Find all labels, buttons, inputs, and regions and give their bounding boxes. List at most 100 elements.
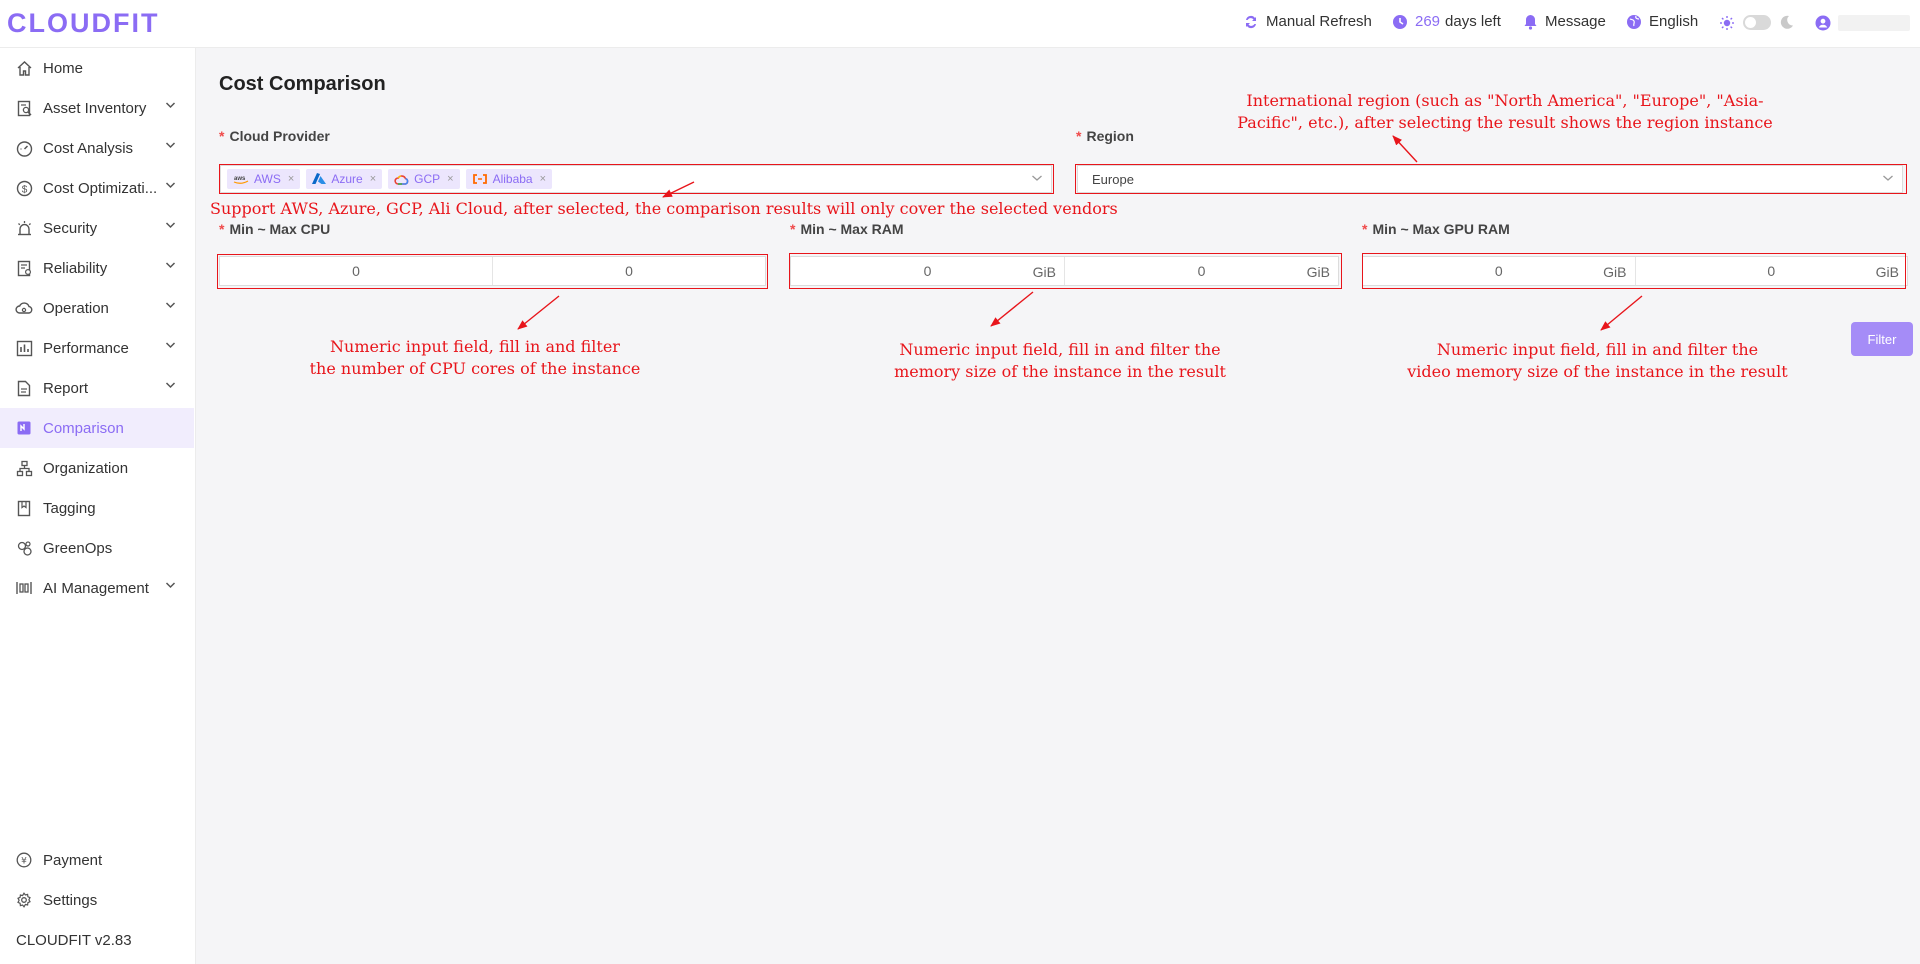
provider-tag-gcp: GCP × — [388, 169, 460, 189]
close-icon[interactable]: × — [540, 173, 546, 185]
message-button[interactable]: Message — [1523, 13, 1606, 30]
main-content: Cost Comparison * Cloud Provider aws AWS … — [196, 48, 1920, 964]
app-logo[interactable]: CLOUDFIT — [7, 8, 159, 39]
gpu-ram-max-input[interactable]: 0 GiB — [1634, 257, 1908, 285]
cpu-annotation-line: the number of CPU cores of the instance — [309, 359, 641, 378]
manual-refresh-button[interactable]: Manual Refresh — [1243, 13, 1372, 30]
globe-icon — [1627, 14, 1641, 29]
days-left-suffix: days left — [1445, 13, 1501, 30]
sidebar-item-label: Operation — [43, 299, 109, 317]
sidebar-item-label: Cost Analysis — [43, 139, 134, 157]
asset-inventory-icon — [15, 99, 33, 117]
chevron-down-icon — [165, 582, 176, 589]
sidebar-item-label: Settings — [43, 891, 98, 909]
toggle-knob — [1745, 17, 1756, 28]
cpu-max-input[interactable]: 0 — [492, 257, 765, 285]
close-icon[interactable]: × — [447, 173, 453, 185]
cpu-range-input: 0 0 — [219, 256, 766, 286]
sidebar-item-asset-inventory[interactable]: Asset Inventory — [0, 88, 194, 128]
sidebar-item-report[interactable]: Report — [0, 368, 194, 408]
sidebar-item-label: Report — [43, 379, 89, 397]
cpu-range-label-text: Min ~ Max CPU — [229, 221, 331, 237]
sun-icon[interactable] — [1719, 15, 1735, 31]
license-days-left[interactable]: 269 days left — [1392, 13, 1501, 30]
page-title: Cost Comparison — [219, 73, 386, 95]
sidebar-item-home[interactable]: Home — [0, 48, 194, 88]
refresh-icon — [1246, 15, 1256, 28]
sidebar-item-settings[interactable]: Settings — [0, 880, 194, 920]
required-mark: * — [790, 221, 796, 237]
gpu-ram-unit: GiB — [1603, 264, 1627, 280]
provider-tag-label: Azure — [331, 172, 363, 186]
ram-max-value: 0 — [1197, 263, 1206, 279]
cost-analysis-icon — [15, 139, 33, 157]
sidebar-item-cost-optimization[interactable]: $ Cost Optimizati... — [0, 168, 194, 208]
cpu-min-input[interactable]: 0 — [220, 257, 492, 285]
home-icon — [15, 59, 33, 77]
sidebar-item-organization[interactable]: Organization — [0, 448, 194, 488]
ram-max-input[interactable]: 0 GiB — [1064, 257, 1338, 285]
ram-min-value: 0 — [923, 263, 932, 279]
required-mark: * — [1362, 221, 1368, 237]
cpu-annotation-line: Numeric input field, fill in and filter — [330, 337, 620, 356]
sidebar-item-ai-management[interactable]: AI Management — [0, 568, 194, 608]
ram-min-input[interactable]: 0 GiB — [791, 257, 1064, 285]
sidebar-item-label: Cost Optimizati... — [43, 179, 158, 197]
sidebar-item-label: Asset Inventory — [43, 99, 147, 117]
chevron-down-icon — [165, 182, 176, 189]
filter-button[interactable]: Filter — [1851, 322, 1913, 356]
sidebar-item-tagging[interactable]: Tagging — [0, 488, 194, 528]
chevron-down-icon — [1032, 175, 1042, 181]
sidebar-item-greenops[interactable]: GreenOps — [0, 528, 194, 568]
moon-icon[interactable] — [1779, 15, 1794, 30]
manual-refresh-label: Manual Refresh — [1266, 13, 1372, 30]
cloud-provider-label-text: Cloud Provider — [229, 128, 330, 144]
cpu-max-value: 0 — [625, 263, 633, 279]
close-icon[interactable]: × — [288, 173, 294, 185]
language-selector[interactable]: English — [1626, 13, 1698, 30]
provider-tag-alibaba: Alibaba × — [465, 169, 553, 189]
provider-tag-label: Alibaba — [492, 172, 533, 186]
ram-unit: GiB — [1306, 264, 1330, 280]
sidebar-item-operation[interactable]: Operation — [0, 288, 194, 328]
region-selected-value: Europe — [1092, 171, 1134, 187]
ram-range-label-text: Min ~ Max RAM — [800, 221, 904, 237]
gpu-ram-min-input[interactable]: 0 GiB — [1363, 257, 1635, 285]
sidebar-item-comparison[interactable]: Comparison — [0, 408, 194, 448]
svg-text:¥: ¥ — [21, 857, 27, 867]
close-icon[interactable]: × — [370, 173, 376, 185]
sidebar-item-reliability[interactable]: Reliability — [0, 248, 194, 288]
gpu-ram-min-value: 0 — [1494, 263, 1503, 279]
tag-icon — [15, 499, 33, 517]
user-avatar-icon[interactable] — [1815, 15, 1831, 31]
region-annotation: International region (such as "North Ame… — [1185, 90, 1825, 134]
required-mark: * — [219, 128, 225, 144]
sidebar-item-cost-analysis[interactable]: Cost Analysis — [0, 128, 194, 168]
aws-icon: aws — [233, 174, 249, 184]
cpu-range-label: * Min ~ Max CPU — [219, 221, 330, 237]
top-header: CLOUDFIT Manual Refresh 269 days left Me… — [0, 0, 1920, 48]
cloud-provider-select[interactable]: aws AWS × Azure × GCP × Alibaba × — [220, 165, 1052, 193]
sidebar: Home Asset Inventory Cost Analysis $ Cos… — [0, 48, 196, 964]
app-version: CLOUDFIT v2.83 — [16, 932, 132, 949]
bell-icon — [1524, 14, 1537, 30]
required-mark: * — [219, 221, 225, 237]
cloud-provider-label: * Cloud Provider — [219, 128, 330, 144]
cpu-min-value: 0 — [352, 263, 360, 279]
sidebar-item-payment[interactable]: ¥ Payment — [0, 840, 194, 880]
ram-annotation: Numeric input field, fill in and filter … — [850, 339, 1270, 383]
user-name[interactable] — [1838, 15, 1910, 31]
theme-toggle[interactable] — [1743, 15, 1771, 30]
gear-icon — [15, 891, 33, 909]
sidebar-item-performance[interactable]: Performance — [0, 328, 194, 368]
region-select[interactable]: Europe — [1077, 165, 1903, 193]
ram-range-label: * Min ~ Max RAM — [790, 221, 904, 237]
sidebar-item-security[interactable]: Security — [0, 208, 194, 248]
report-icon — [15, 379, 33, 397]
required-mark: * — [1076, 128, 1082, 144]
organization-icon — [15, 459, 33, 477]
chevron-down-icon — [165, 262, 176, 269]
gpu-ram-max-value: 0 — [1767, 263, 1776, 279]
provider-tag-label: GCP — [414, 172, 441, 186]
gpu-ram-range-label-text: Min ~ Max GPU RAM — [1372, 221, 1510, 237]
